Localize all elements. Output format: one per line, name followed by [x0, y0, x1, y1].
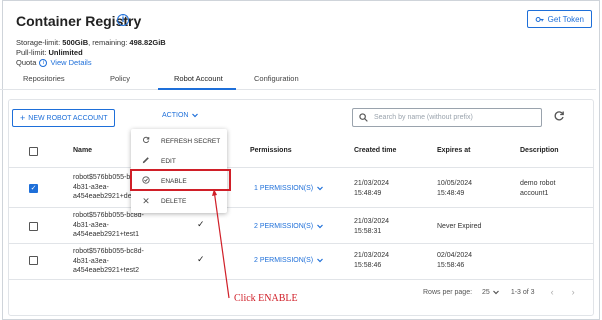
annotation-arrow: [212, 189, 230, 299]
annotation-label: Click ENABLE: [234, 293, 298, 304]
